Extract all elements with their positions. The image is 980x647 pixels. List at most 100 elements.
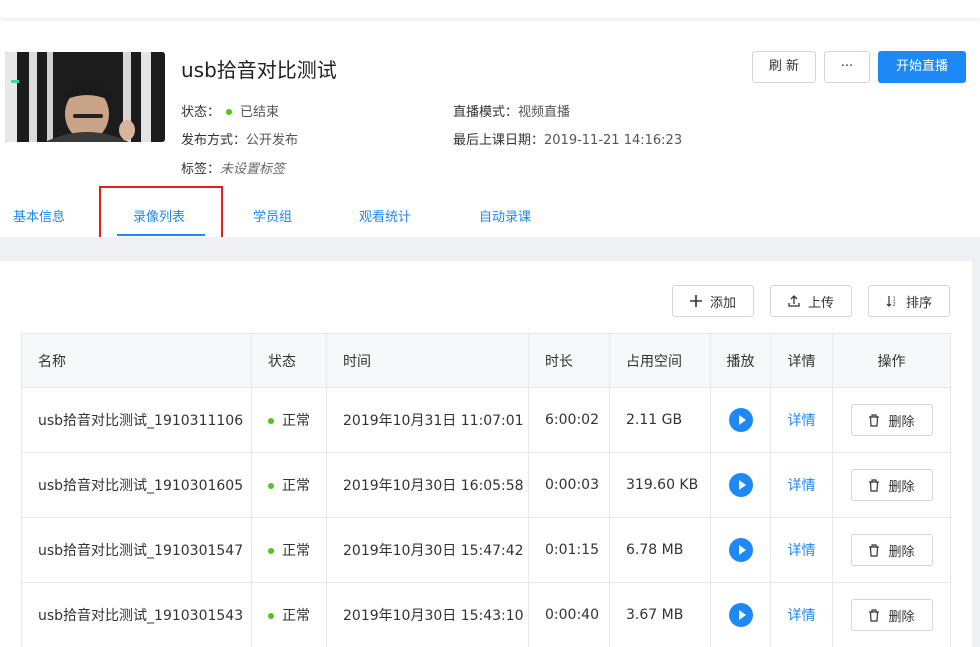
cell-actions: 删除 <box>832 582 951 647</box>
cell-duration: 0:00:03 <box>528 452 610 518</box>
header-size[interactable]: 占用空间 <box>609 333 711 388</box>
play-icon[interactable] <box>728 538 753 562</box>
delete-button[interactable]: 删除 <box>850 404 933 436</box>
upload-button[interactable]: 上传 <box>770 285 852 317</box>
upload-icon <box>788 295 800 307</box>
tab-basic-info[interactable]: 基本信息 <box>13 206 65 225</box>
header-duration[interactable]: 时长 <box>528 333 610 388</box>
cell-time: 2019年10月30日 15:43:10 <box>326 582 529 647</box>
trash-icon <box>869 413 880 427</box>
cell-status: 正常 <box>251 517 327 583</box>
sort-icon: 12 <box>886 296 896 307</box>
cell-status: 正常 <box>251 582 327 647</box>
cell-status: 正常 <box>251 387 327 453</box>
mode-value: 视频直播 <box>518 105 571 120</box>
table-header-row: 名称 状态 时间 时长 占用空间 播放 详情 操作 <box>21 333 951 388</box>
header-status[interactable]: 状态 <box>251 333 327 388</box>
delete-button[interactable]: 删除 <box>850 534 933 566</box>
content-right-gutter <box>972 237 980 647</box>
header-detail: 详情 <box>770 333 833 388</box>
more-button[interactable]: ··· <box>824 51 870 83</box>
delete-button[interactable]: 删除 <box>850 599 933 631</box>
cell-play <box>710 517 771 583</box>
status-dot <box>268 548 274 554</box>
cell-detail: 详情 <box>770 517 833 583</box>
cell-actions: 删除 <box>832 387 951 453</box>
table-row: usb拾音对比测试_1910301543 正常 2019年10月30日 15:4… <box>21 582 951 647</box>
detail-link[interactable]: 详情 <box>788 478 816 494</box>
tags-label: 标签： <box>181 162 221 177</box>
cell-time: 2019年10月30日 15:47:42 <box>326 517 529 583</box>
status-dot <box>268 418 274 424</box>
play-icon[interactable] <box>728 408 753 432</box>
add-button[interactable]: 添加 <box>672 285 754 317</box>
status-label: 状态： <box>181 105 221 120</box>
cell-name: usb拾音对比测试_1910301547 <box>21 517 252 583</box>
svg-text:2: 2 <box>892 302 895 307</box>
cell-actions: 删除 <box>832 517 951 583</box>
course-title: usb拾音对比测试 <box>181 58 337 82</box>
add-label: 添加 <box>709 295 736 311</box>
cell-name: usb拾音对比测试_1910311106 <box>21 387 252 453</box>
detail-link[interactable]: 详情 <box>788 608 816 624</box>
tags-value[interactable]: 未设置标签 <box>220 162 285 177</box>
tab-view-stats[interactable]: 观看统计 <box>359 206 411 225</box>
header-play: 播放 <box>710 333 771 388</box>
cell-duration: 0:01:15 <box>528 517 610 583</box>
cell-name: usb拾音对比测试_1910301605 <box>21 452 252 518</box>
status-text: 正常 <box>282 543 310 559</box>
delete-button[interactable]: 删除 <box>850 469 933 501</box>
last-date-meta: 最后上课日期：2019-11-21 14:16:23 <box>453 129 682 148</box>
delete-label: 删除 <box>888 479 915 495</box>
content-separator <box>0 237 980 261</box>
tab-auto-record[interactable]: 自动录课 <box>479 206 531 225</box>
cell-play <box>710 387 771 453</box>
delete-label: 删除 <box>888 609 915 625</box>
cell-play <box>710 582 771 647</box>
header-actions: 操作 <box>832 333 951 388</box>
last-date-value: 2019-11-21 14:16:23 <box>544 133 683 148</box>
cell-name: usb拾音对比测试_1910301543 <box>21 582 252 647</box>
tags-meta: 标签：未设置标签 <box>181 158 285 177</box>
status-dot <box>268 613 274 619</box>
publish-meta: 发布方式：公开发布 <box>181 129 298 148</box>
play-icon[interactable] <box>728 603 753 627</box>
cell-size: 6.78 MB <box>609 517 711 583</box>
recording-table: 名称 状态 时间 时长 占用空间 播放 详情 操作 usb拾音对比测试_1910… <box>21 333 951 647</box>
status-dot <box>226 108 233 115</box>
status-dot <box>268 483 274 489</box>
play-icon[interactable] <box>728 473 753 497</box>
cell-play <box>710 452 771 518</box>
refresh-button[interactable]: 刷 新 <box>752 51 816 83</box>
cell-size: 3.67 MB <box>609 582 711 647</box>
header-time[interactable]: 时间 <box>326 333 529 388</box>
delete-label: 删除 <box>888 544 915 560</box>
delete-label: 删除 <box>888 414 915 430</box>
trash-icon <box>869 478 880 492</box>
last-date-label: 最后上课日期： <box>453 133 545 148</box>
plus-icon <box>689 295 702 307</box>
sort-button[interactable]: 12 排序 <box>868 285 950 317</box>
status-meta: 状态： 已结束 <box>181 101 279 120</box>
trash-icon <box>869 543 880 557</box>
tab-student-group[interactable]: 学员组 <box>253 206 292 225</box>
cell-detail: 详情 <box>770 387 833 453</box>
trash-icon <box>869 608 880 622</box>
mode-meta: 直播模式：视频直播 <box>453 101 570 120</box>
cell-detail: 详情 <box>770 582 833 647</box>
top-bar <box>0 0 980 18</box>
header-name[interactable]: 名称 <box>21 333 252 388</box>
table-row: usb拾音对比测试_1910311106 正常 2019年10月31日 11:0… <box>21 387 951 453</box>
detail-link[interactable]: 详情 <box>788 413 816 429</box>
cell-status: 正常 <box>251 452 327 518</box>
table-row: usb拾音对比测试_1910301605 正常 2019年10月30日 16:0… <box>21 452 951 518</box>
status-text: 正常 <box>282 478 310 494</box>
status-text: 正常 <box>282 608 310 624</box>
cell-size: 2.11 GB <box>609 387 711 453</box>
detail-link[interactable]: 详情 <box>788 543 816 559</box>
start-live-button[interactable]: 开始直播 <box>878 51 966 83</box>
course-thumbnail <box>5 52 165 142</box>
cell-size: 319.60 KB <box>609 452 711 518</box>
cell-time: 2019年10月31日 11:07:01 <box>326 387 529 453</box>
status-text: 正常 <box>282 413 310 429</box>
